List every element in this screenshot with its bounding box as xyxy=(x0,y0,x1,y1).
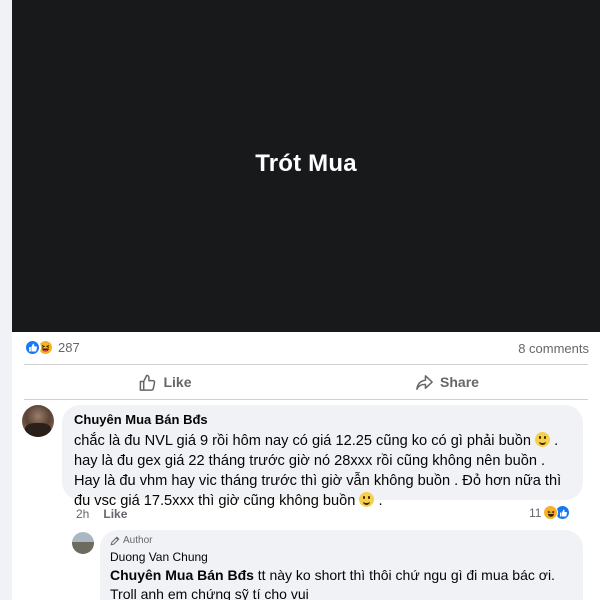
reply-author[interactable]: Duong Van Chung xyxy=(110,550,573,565)
avatar[interactable] xyxy=(72,532,94,554)
thumbs-up-icon xyxy=(140,374,156,391)
author-badge-label: Author xyxy=(123,535,153,546)
smile-emoji-icon xyxy=(535,432,551,447)
reaction-summary[interactable]: 287 xyxy=(24,339,80,356)
share-icon xyxy=(416,374,433,390)
author-badge: Author xyxy=(110,535,573,547)
comments-count-link[interactable]: 8 comments xyxy=(518,341,589,356)
comment-text-part: . xyxy=(378,493,383,509)
comment-meta: 2h Like xyxy=(76,507,127,521)
reaction-count: 287 xyxy=(58,340,80,355)
comment-author[interactable]: Chuyên Mua Bán Bđs xyxy=(74,412,571,428)
post-stats: 287 8 comments xyxy=(12,336,600,362)
comment-like-link[interactable]: Like xyxy=(103,507,127,521)
like-label: Like xyxy=(163,374,192,390)
post-card: Trót Mua 287 8 comments Like Share Chuyê… xyxy=(12,0,600,600)
media-caption: Trót Mua xyxy=(255,150,357,177)
comment-text-part: chắc là đu NVL giá 9 rồi hôm nay có giá … xyxy=(74,433,532,449)
share-button[interactable]: Share xyxy=(306,367,588,397)
comment-time[interactable]: 2h xyxy=(76,507,89,521)
divider xyxy=(24,364,588,365)
reply-text: Chuyên Mua Bán Bđs tt này ko short thì t… xyxy=(110,566,573,600)
comment-reaction-counter[interactable]: 11 xyxy=(527,504,573,521)
comment-reaction-count: 11 xyxy=(529,505,542,520)
post-media[interactable]: Trót Mua xyxy=(12,0,600,332)
like-button[interactable]: Like xyxy=(24,367,306,397)
mention-link[interactable]: Chuyên Mua Bán Bđs xyxy=(110,567,254,583)
avatar[interactable] xyxy=(22,405,54,437)
like-reaction-icon xyxy=(24,339,41,356)
divider xyxy=(24,399,588,400)
share-label: Share xyxy=(440,374,479,390)
action-bar: Like Share xyxy=(24,367,588,397)
reply-bubble: Author Duong Van Chung Chuyên Mua Bán Bđ… xyxy=(100,530,583,600)
comment-text: chắc là đu NVL giá 9 rồi hôm nay có giá … xyxy=(74,431,571,511)
smile-emoji-icon xyxy=(359,492,375,507)
pencil-icon xyxy=(110,536,120,546)
comment-bubble: Chuyên Mua Bán Bđs chắc là đu NVL giá 9 … xyxy=(62,405,583,509)
